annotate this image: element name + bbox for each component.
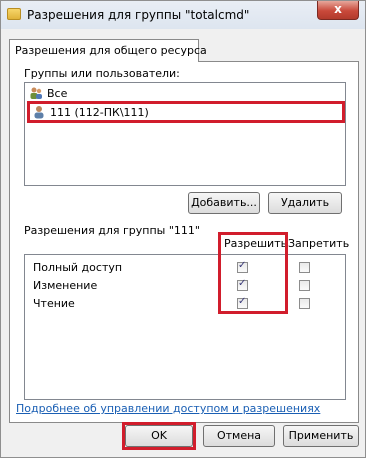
- list-item[interactable]: Все: [27, 84, 343, 102]
- list-item-selected[interactable]: 111 (112-ПК\111): [27, 101, 345, 123]
- perm-row-label: Чтение: [33, 297, 75, 310]
- add-button[interactable]: Добавить...: [188, 192, 260, 214]
- tab-panel: Группы или пользователи: Все 111 (112-ПК…: [9, 61, 359, 423]
- remove-button[interactable]: Удалить: [268, 192, 342, 214]
- cancel-button[interactable]: Отмена: [203, 425, 275, 447]
- permissions-dialog: Разрешения для группы "totalcmd" x Разре…: [0, 0, 366, 458]
- deny-column-header: Запретить: [288, 237, 350, 250]
- deny-full-access-checkbox[interactable]: [299, 262, 310, 273]
- users-label: Группы или пользователи:: [24, 67, 180, 80]
- title-bar: Разрешения для группы "totalcmd" x: [1, 1, 365, 29]
- list-item-label: Все: [47, 86, 68, 100]
- ok-button-highlight: [122, 422, 196, 450]
- tab-share-permissions[interactable]: Разрешения для общего ресурса: [9, 39, 207, 62]
- apply-button[interactable]: Применить: [283, 425, 359, 447]
- allow-column-highlight: [218, 232, 288, 314]
- help-link[interactable]: Подробнее об управлении доступом и разре…: [16, 402, 320, 415]
- deny-read-checkbox[interactable]: [299, 298, 310, 309]
- perm-row-label: Полный доступ: [33, 261, 123, 274]
- deny-modify-checkbox[interactable]: [299, 280, 310, 291]
- close-button[interactable]: x: [317, 1, 359, 20]
- user-icon: [32, 105, 46, 119]
- permissions-label: Разрешения для группы "111": [24, 224, 200, 237]
- folder-icon: [7, 8, 21, 20]
- group-icon: [29, 86, 43, 100]
- perm-row-label: Изменение: [33, 279, 98, 292]
- users-listbox[interactable]: Все 111 (112-ПК\111): [24, 82, 346, 186]
- window-title: Разрешения для группы "totalcmd": [27, 8, 250, 22]
- list-item-label: 111 (112-ПК\111): [50, 105, 149, 119]
- permissions-list: Полный доступ Изменение Чтение: [24, 254, 346, 400]
